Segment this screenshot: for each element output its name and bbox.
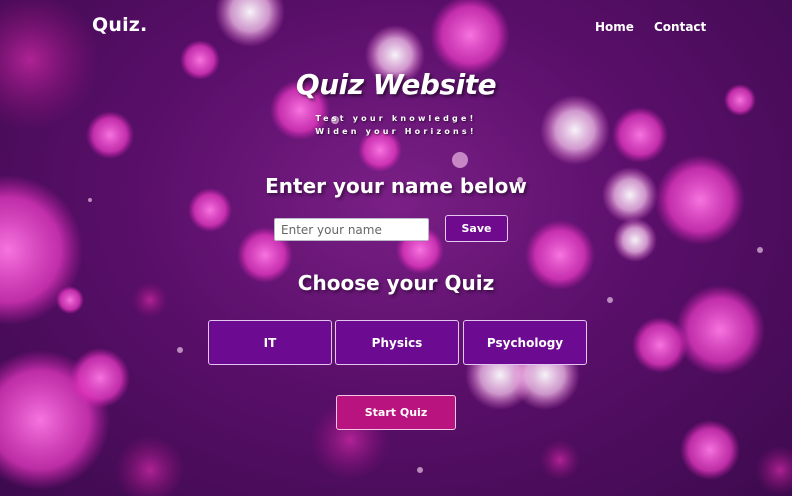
- nav-link-contact[interactable]: Contact: [654, 20, 706, 34]
- page-title: Quiz Website: [295, 68, 497, 101]
- hero-subtitle-line-1: Test your knowledge!: [315, 114, 477, 123]
- quiz-option-it[interactable]: IT: [208, 320, 332, 365]
- start-quiz-button[interactable]: Start Quiz: [336, 395, 456, 430]
- quiz-option-physics[interactable]: Physics: [335, 320, 459, 365]
- nav-link-home[interactable]: Home: [595, 20, 634, 34]
- quiz-section-heading: Choose your Quiz: [297, 271, 495, 295]
- hero-subtitle-line-2: Widen your Horizons!: [315, 127, 477, 136]
- name-section-heading: Enter your name below: [265, 174, 527, 198]
- save-button[interactable]: Save: [445, 215, 508, 242]
- navbar: Quiz. Home Contact: [0, 0, 792, 56]
- name-input[interactable]: [274, 218, 429, 241]
- quiz-option-psychology[interactable]: Psychology: [463, 320, 587, 365]
- brand-logo[interactable]: Quiz.: [92, 14, 147, 36]
